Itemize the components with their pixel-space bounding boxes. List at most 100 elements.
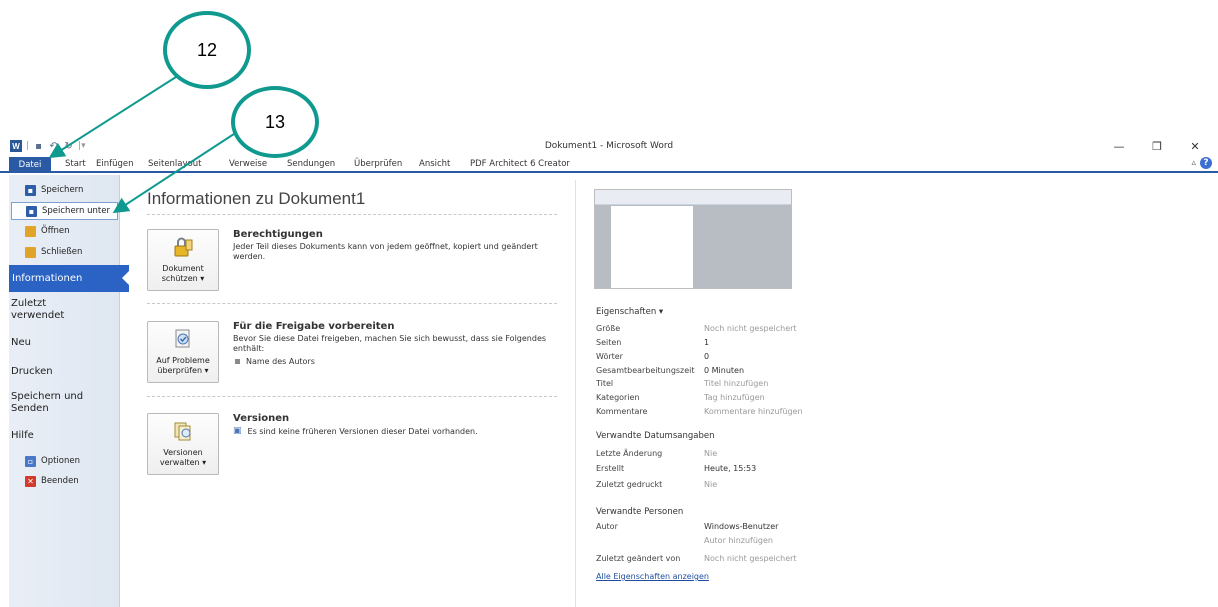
section-text: Berechtigungen Jeder Teil dieses Dokumen… [233, 229, 553, 262]
prop-row: Gesamtbearbeitungszeit 0 Minuten [596, 366, 856, 377]
divider [147, 303, 557, 304]
prop-row: Letzte Änderung Nie [596, 449, 856, 460]
tab-datei[interactable]: Datei [9, 157, 51, 173]
versions-text: Es sind keine früheren Versionen dieser … [247, 426, 478, 436]
manage-versions-label: Versionen verwalten ▾ [159, 448, 207, 467]
tab-ueberpruefen[interactable]: Überprüfen [354, 159, 402, 169]
section-berechtigungen: Dokument schützen ▾ Berechtigungen Jeder… [147, 229, 557, 295]
prop-row: Seiten 1 [596, 338, 856, 349]
add-author-link[interactable]: Autor hinzufügen [704, 536, 773, 545]
cmd-speichern-unter[interactable]: ▪ Speichern unter [11, 202, 118, 220]
tab-seitenlayout[interactable]: Seitenlayout [148, 159, 201, 169]
tab-ansicht[interactable]: Ansicht [419, 159, 450, 169]
prop-row: Zuletzt gedruckt Nie [596, 480, 856, 491]
prop-value-editable[interactable]: Tag hinzufügen [704, 393, 765, 402]
section-description: Jeder Teil dieses Dokuments kann von jed… [233, 242, 538, 261]
prop-key: Titel [596, 379, 614, 388]
versions-info: ▣ Es sind keine früheren Versionen diese… [233, 426, 553, 436]
cmd-label: Schließen [41, 247, 83, 257]
prop-key: Wörter [596, 352, 623, 361]
cmd-schliessen[interactable]: Schließen [11, 243, 118, 261]
prop-key: Zuletzt geändert von [596, 554, 681, 563]
callout-12: 12 [163, 11, 251, 89]
prop-row-modified-by: Zuletzt geändert von Noch nicht gespeich… [596, 554, 856, 565]
bullet-icon [235, 359, 240, 364]
tab-pdf-architect[interactable]: PDF Architect 6 Creator [470, 159, 570, 169]
bullet-item: Name des Autors [233, 357, 553, 366]
show-all-properties-link[interactable]: Alle Eigenschaften anzeigen [596, 572, 709, 581]
help-icon[interactable]: ? [1200, 157, 1212, 169]
prop-value-editable[interactable]: Titel hinzufügen [704, 379, 768, 388]
pane-divider [575, 180, 576, 607]
prop-key: Gesamtbearbeitungszeit [596, 366, 695, 375]
prop-row-author: Autor Windows-Benutzer [596, 522, 856, 533]
manage-versions-button[interactable]: Versionen verwalten ▾ [147, 413, 219, 475]
tab-einfuegen[interactable]: Einfügen [96, 159, 134, 169]
prop-value: 1 [704, 338, 710, 347]
cmd-beenden[interactable]: ✕ Beenden [11, 472, 118, 490]
divider [147, 396, 557, 397]
tab-verweise[interactable]: Verweise [229, 159, 267, 169]
ribbon-tab-row: Datei Start Einfügen Seitenlayout Verwei… [0, 157, 1218, 173]
title-bar: W | ▪ ↶ ↻ |▾ Dokument1 - Microsoft Word … [0, 138, 1218, 158]
cmd-speichern[interactable]: ▪ Speichern [11, 181, 118, 199]
document-preview[interactable] [594, 189, 792, 289]
related-people-title: Verwandte Personen [596, 507, 684, 517]
section-freigabe: Auf Probleme überprüfen ▾ Für die Freiga… [147, 321, 557, 387]
nav-informationen[interactable]: Informationen [9, 265, 129, 292]
prop-value: 0 Minuten [704, 366, 745, 375]
section-text: Für die Freigabe vorbereiten Bevor Sie d… [233, 321, 553, 366]
versions-icon [174, 422, 191, 441]
prop-value: Heute, 15:53 [704, 464, 757, 473]
cmd-label: Speichern [41, 185, 84, 195]
cmd-label: Speichern unter [42, 206, 110, 216]
window-title: Dokument1 - Microsoft Word [544, 141, 674, 151]
nav-neu[interactable]: Neu [11, 337, 118, 349]
minimize-button[interactable]: — [1100, 138, 1138, 156]
prop-key: Größe [596, 324, 621, 333]
minimize-ribbon-icon[interactable]: ▵ [1191, 158, 1196, 168]
prop-row: Titel Titel hinzufügen [596, 379, 856, 390]
author-name[interactable]: Windows-Benutzer [704, 522, 778, 531]
open-folder-icon [25, 225, 36, 237]
prop-row-add-author: Autor hinzufügen [596, 536, 856, 547]
check-document-icon [175, 329, 190, 348]
tab-start[interactable]: Start [65, 159, 86, 169]
exit-icon: ✕ [25, 475, 36, 487]
cmd-label: Öffnen [41, 226, 70, 236]
prop-value: Nie [704, 449, 718, 458]
check-issues-button[interactable]: Auf Probleme überprüfen ▾ [147, 321, 219, 383]
document-versions-icon: ▣ [233, 426, 242, 436]
protect-document-label: Dokument schützen ▾ [161, 264, 205, 283]
prop-value: Nie [704, 480, 718, 489]
preview-ribbon [595, 190, 791, 205]
cmd-oeffnen[interactable]: Öffnen [11, 222, 118, 240]
cmd-label: Optionen [41, 456, 80, 466]
nav-speichern-und-senden[interactable]: Speichern und Senden [11, 391, 118, 415]
prop-key: Erstellt [596, 464, 625, 473]
prop-row: Kategorien Tag hinzufügen [596, 393, 856, 404]
protect-document-button[interactable]: Dokument schützen ▾ [147, 229, 219, 291]
nav-zuletzt-verwendet[interactable]: Zuletzt verwendet [11, 298, 118, 322]
close-button[interactable]: ✕ [1176, 138, 1214, 156]
check-issues-label: Auf Probleme überprüfen ▾ [156, 356, 210, 375]
prop-value: Noch nicht gespeichert [704, 554, 797, 563]
window-controls: — ❐ ✕ [1100, 138, 1214, 156]
tab-sendungen[interactable]: Sendungen [287, 159, 335, 169]
nav-hilfe[interactable]: Hilfe [11, 430, 118, 442]
section-heading: Für die Freigabe vorbereiten [233, 321, 395, 332]
related-dates-title: Verwandte Datumsangaben [596, 431, 715, 441]
nav-drucken[interactable]: Drucken [11, 366, 118, 378]
section-heading: Versionen [233, 413, 290, 424]
divider [147, 214, 557, 215]
prop-key: Zuletzt gedruckt [596, 480, 663, 489]
restore-button[interactable]: ❐ [1138, 138, 1176, 156]
cmd-optionen[interactable]: ▫ Optionen [11, 452, 118, 470]
section-description: Bevor Sie diese Datei freigeben, machen … [233, 334, 547, 353]
prop-row: Größe Noch nicht gespeichert [596, 324, 856, 335]
prop-key: Kategorien [596, 393, 640, 402]
properties-dropdown[interactable]: Eigenschaften ▾ [596, 307, 663, 317]
prop-value: 0 [704, 352, 710, 361]
backstage-nav: ▪ Speichern ▪ Speichern unter Öffnen Sch… [9, 175, 129, 607]
prop-value-editable[interactable]: Kommentare hinzufügen [704, 407, 803, 416]
